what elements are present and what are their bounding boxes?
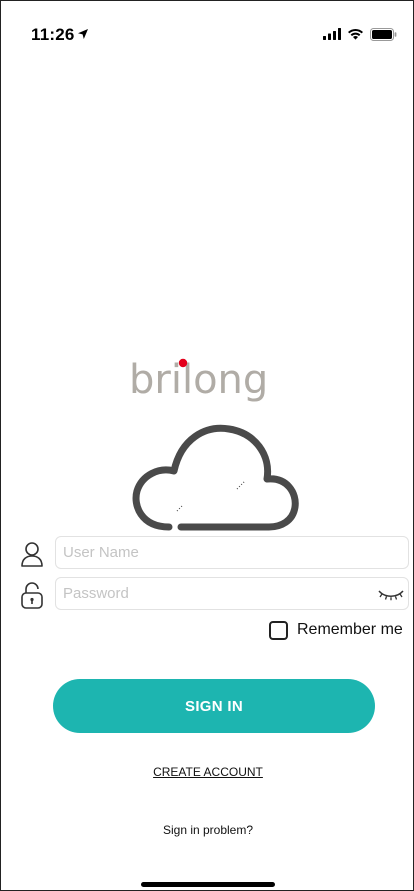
sign-in-button[interactable]: SIGN IN	[53, 679, 375, 733]
remember-label: Remember me	[297, 621, 403, 638]
home-indicator	[141, 882, 275, 887]
remember-me[interactable]: Remember me	[269, 619, 403, 641]
create-account-link[interactable]: CREATE ACCOUNT	[153, 765, 263, 779]
eye-closed-icon[interactable]	[378, 588, 404, 602]
wifi-icon	[348, 28, 363, 40]
brilong-logo: brilong	[129, 357, 268, 403]
location-arrow-icon	[78, 29, 88, 39]
username-field[interactable]	[55, 536, 409, 569]
password-row	[1, 577, 413, 611]
remember-checkbox[interactable]	[269, 620, 288, 640]
status-bar: 11:26	[1, 1, 413, 61]
username-input[interactable]	[63, 537, 363, 568]
login-screen: 11:26 brilong User Name Remember me SIGN…	[0, 0, 414, 891]
brand-name: brilong	[129, 357, 268, 403]
cloud-logo-icon	[132, 424, 299, 531]
status-time: 11:26	[31, 25, 75, 44]
create-account-row: CREATE ACCOUNT	[1, 765, 413, 779]
username-row	[1, 536, 413, 570]
password-field[interactable]	[55, 577, 409, 610]
cellular-signal-icon	[323, 28, 341, 40]
lock-icon	[21, 582, 43, 609]
sign-in-problem-link[interactable]: Sign in problem?	[1, 823, 413, 837]
password-input[interactable]	[63, 578, 363, 609]
status-icons	[323, 27, 397, 41]
battery-icon	[370, 27, 397, 41]
user-icon	[21, 542, 43, 567]
brand-dot	[178, 358, 188, 368]
